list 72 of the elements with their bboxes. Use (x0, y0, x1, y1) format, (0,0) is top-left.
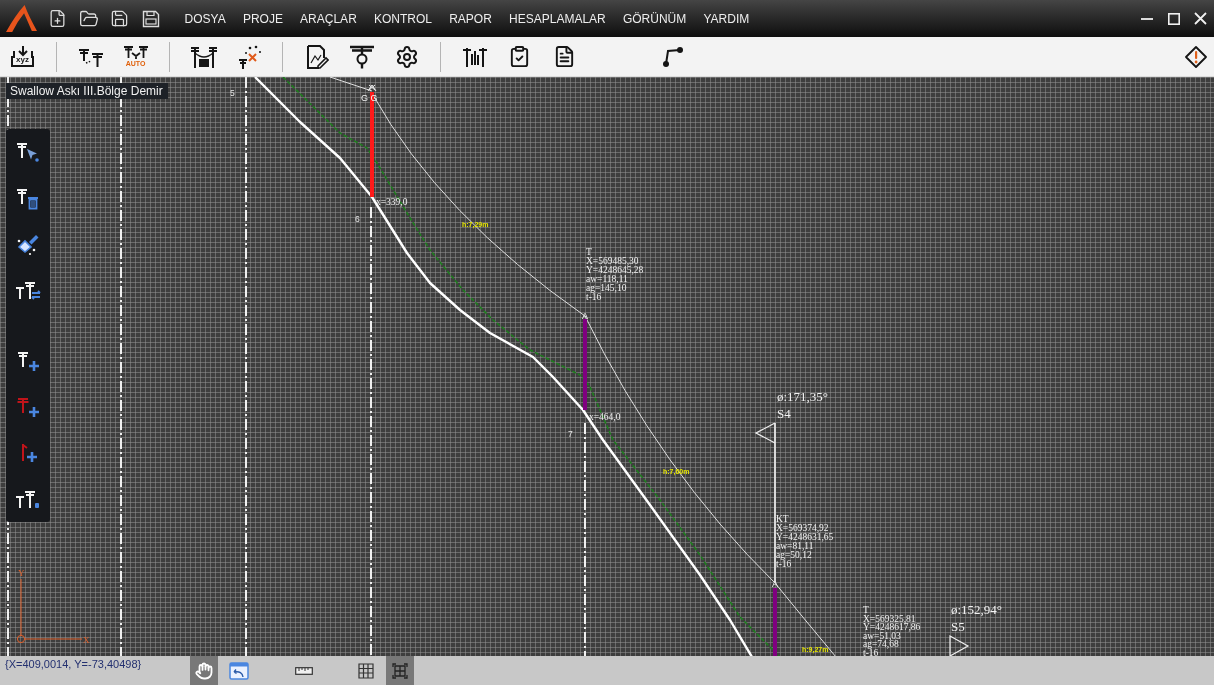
pole-top-label: A (582, 311, 588, 321)
close-icon (1194, 12, 1207, 25)
pole-info-text: t-16 (776, 559, 792, 569)
pole-info-text: X=569374,92 (776, 523, 829, 533)
node-link-icon (660, 44, 685, 69)
gear-icon (394, 44, 419, 69)
paintbrush-icon (15, 232, 41, 256)
pole-number: 6 (355, 214, 360, 224)
pole-info-text: ag=74,68 (863, 639, 899, 649)
pole-pair-icon (122, 45, 149, 59)
pole-info-text: aw=118,11 (586, 274, 628, 284)
pole-info-text: Y=4248617,86 (863, 622, 921, 632)
pole-info-text: KT (776, 514, 789, 524)
pole-pair-icon (77, 46, 104, 67)
maximize-icon (1167, 12, 1180, 25)
axis-label: X (83, 635, 90, 645)
document-lines-icon (553, 45, 576, 68)
ruler-icon (295, 666, 313, 675)
warning-icon (1185, 45, 1207, 68)
import-button[interactable]: xyz (0, 37, 45, 76)
pole-info-text: X=569325,81 (863, 613, 916, 624)
insulator-icon (367, 84, 377, 92)
download-arrow-icon (12, 46, 33, 58)
station-name: S4 (777, 406, 791, 421)
menu-item[interactable]: PROJE (234, 3, 292, 34)
triangle-marker (949, 635, 970, 656)
axis-label: Y (18, 568, 25, 578)
pole-top-label: A (772, 579, 778, 589)
pole-info-text: Y=4248645,28 (586, 265, 644, 275)
pole-info-text: t-16 (586, 292, 602, 302)
pole-cross-icon (236, 44, 261, 69)
pole-plus-icon (15, 349, 41, 373)
pole-info-text: aw=81,11 (776, 541, 814, 551)
document-pencil-icon (304, 44, 329, 69)
coordinate-axes-drawing (16, 578, 83, 644)
frame-grid-icon (392, 662, 408, 679)
menu-item[interactable]: DOSYA (176, 3, 235, 34)
station-name: S5 (951, 619, 965, 634)
pole-number: 5 (230, 88, 235, 98)
menu-item[interactable]: RAPOR (440, 3, 501, 34)
two-poles-box-icon (189, 44, 218, 69)
file-plus-icon (48, 9, 67, 28)
logo-icon (6, 5, 37, 32)
pole-info-text: Y=4248631,65 (776, 532, 834, 542)
pole-info-text: aw=51,03 (863, 630, 901, 641)
pole-info-text: ag=145,10 (586, 283, 627, 293)
pole-cursor-icon (15, 140, 41, 164)
pole-magnifier-icon (348, 44, 375, 69)
menu-item[interactable]: HESAPLAMALAR (500, 3, 615, 34)
grid-icon (358, 662, 374, 679)
menu-item[interactable]: GÖRÜNÜM (614, 3, 695, 34)
pole-info-text: T (586, 247, 592, 257)
menu-item[interactable]: YARDIM (694, 3, 758, 34)
pole-info-text: X=569485,30 (586, 256, 639, 266)
menu-item[interactable]: KONTROL (365, 3, 441, 34)
ground-reading: x=339,0 (376, 197, 408, 207)
pole-plus-icon (15, 395, 41, 419)
ground-reading: x=464,0 (589, 412, 621, 422)
pole-info-text: T (863, 605, 869, 615)
hand-icon (195, 661, 213, 680)
station-angle: ø:171,35° (777, 389, 829, 404)
folder-icon (78, 8, 99, 29)
cursor-coordinates: {X=409,0014, Y=-73,40498} (4, 657, 143, 672)
pole-number: 7 (568, 429, 573, 439)
layer-label: Swallow Askı III.Bölge Demir (6, 83, 168, 99)
pole-trash-icon (15, 186, 41, 210)
station-angle: ø:152,94° (951, 602, 1003, 617)
minimize-icon (1140, 17, 1153, 20)
menu-item[interactable]: ARAÇLAR (291, 3, 366, 34)
pole-info-text: ag=50,12 (776, 550, 812, 560)
status-tool-button[interactable] (190, 656, 218, 685)
clipboard-check-icon (508, 45, 531, 68)
